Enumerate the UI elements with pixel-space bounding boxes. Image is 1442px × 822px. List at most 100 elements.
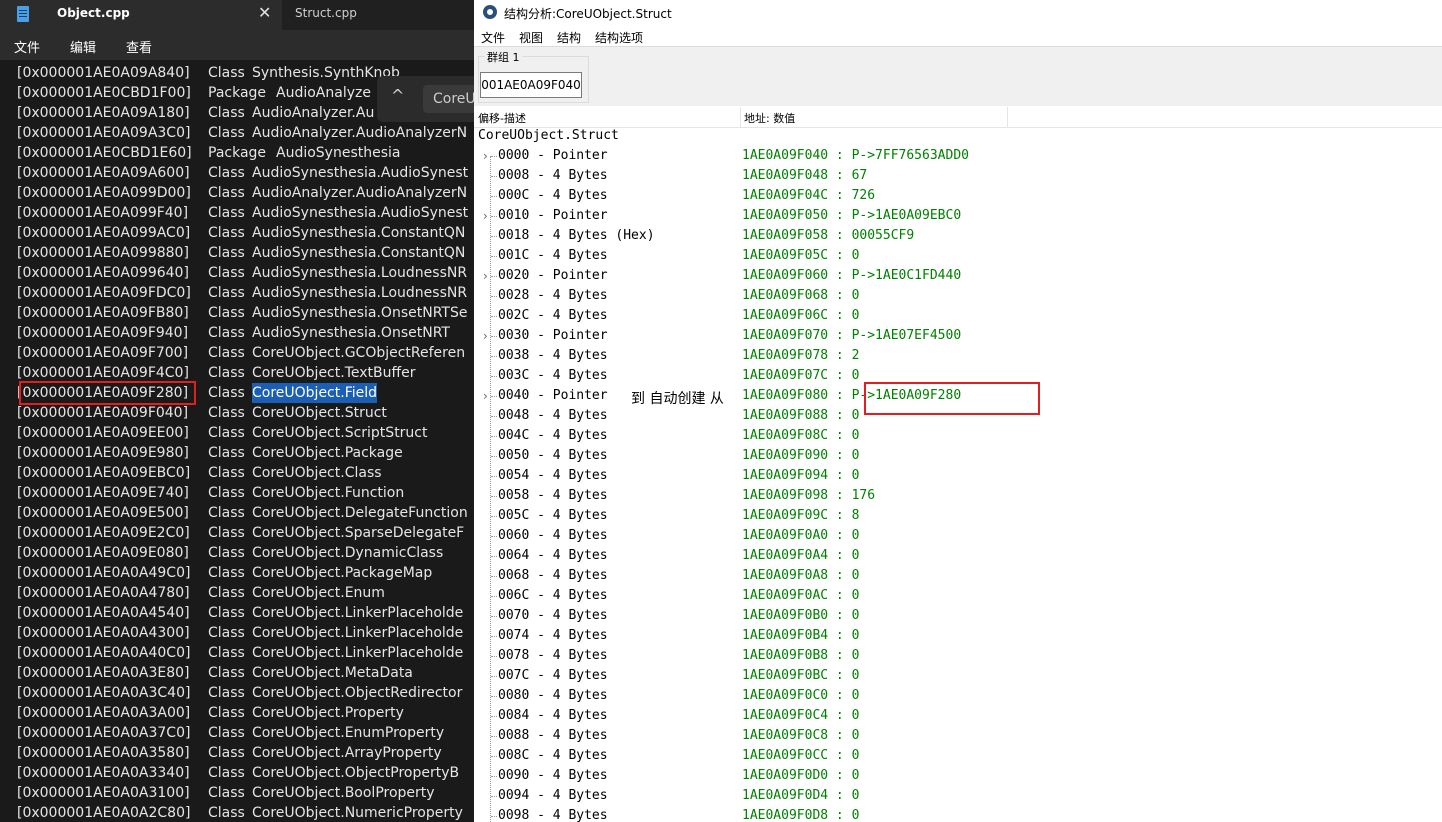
column-divider[interactable] xyxy=(1007,107,1008,127)
text-line[interactable]: [0x000001AE0A09A600] Class AudioSynesthesi… xyxy=(0,163,476,183)
text-line[interactable]: [0x000001AE0A09FDC0] Class AudioSynesthesi… xyxy=(0,283,476,303)
row-address-value: 1AE0A09F0C8 : 0 xyxy=(742,728,860,743)
expand-icon[interactable]: › xyxy=(483,266,488,286)
row-offset-description: 0030 - Pointer xyxy=(498,328,608,343)
line-name: CoreUObject.Package xyxy=(252,445,403,461)
structure-row[interactable]: 0038 - 4 Bytes 1AE0A09F078 : 2 xyxy=(474,346,1442,366)
text-line[interactable]: [0x000001AE0A0A4300] Class CoreUObject.Lin… xyxy=(0,623,476,643)
address-input[interactable]: 001AE0A09F040 xyxy=(480,72,582,98)
structure-row[interactable]: 0064 - 4 Bytes 1AE0A09F0A4 : 0 xyxy=(474,546,1442,566)
text-line[interactable]: [0x000001AE0A09E740] Class CoreUObject.Fun… xyxy=(0,483,476,503)
expand-icon[interactable]: › xyxy=(483,386,488,406)
structure-row[interactable]: 0018 - 4 Bytes (Hex) 1AE0A09F058 : 00055C… xyxy=(474,226,1442,246)
text-line[interactable]: [0x000001AE0A0A3C40] Class CoreUObject.Obj… xyxy=(0,683,476,703)
text-line[interactable]: [0x000001AE0A0A2C80] Class CoreUObject.Num… xyxy=(0,803,476,822)
text-line[interactable]: [0x000001AE0A09F040] Class CoreUObject.Str… xyxy=(0,403,476,423)
text-line[interactable]: [0x000001AE0A0A3A00] Class CoreUObject.Pro… xyxy=(0,703,476,723)
text-line[interactable]: [0x000001AE0CBD1E60] Package AudioSynesthe… xyxy=(0,143,476,163)
structure-row[interactable]: 0050 - 4 Bytes 1AE0A09F090 : 0 xyxy=(474,446,1442,466)
structure-row[interactable]: 0078 - 4 Bytes 1AE0A09F0B8 : 0 xyxy=(474,646,1442,666)
structure-row[interactable]: 006C - 4 Bytes 1AE0A09F0AC : 0 xyxy=(474,586,1442,606)
structure-row[interactable]: 0070 - 4 Bytes 1AE0A09F0B0 : 0 xyxy=(474,606,1442,626)
structure-row[interactable]: 0068 - 4 Bytes 1AE0A09F0A8 : 0 xyxy=(474,566,1442,586)
text-line[interactable]: [0x000001AE0A0A37C0] Class CoreUObject.Enu… xyxy=(0,723,476,743)
structure-row[interactable]: 005C - 4 Bytes 1AE0A09F09C : 8 xyxy=(474,506,1442,526)
structure-row[interactable]: 0074 - 4 Bytes 1AE0A09F0B4 : 0 xyxy=(474,626,1442,646)
text-line[interactable]: [0x000001AE0A09EBC0] Class CoreUObject.Cla… xyxy=(0,463,476,483)
text-line[interactable]: [0x000001AE0A0A3100] Class CoreUObject.Boo… xyxy=(0,783,476,803)
structure-row[interactable]: 0084 - 4 Bytes 1AE0A09F0C4 : 0 xyxy=(474,706,1442,726)
close-icon[interactable]: ✕ xyxy=(258,3,271,23)
text-line[interactable]: [0x000001AE0A0A3340] Class CoreUObject.Obj… xyxy=(0,763,476,783)
text-line[interactable]: [0x000001AE0A0A3580] Class CoreUObject.Arr… xyxy=(0,743,476,763)
menu-file[interactable]: 文件 xyxy=(481,29,505,46)
text-line[interactable]: [0x000001AE0A099880] Class AudioSynesthesi… xyxy=(0,243,476,263)
structure-row[interactable]: 0028 - 4 Bytes 1AE0A09F068 : 0 xyxy=(474,286,1442,306)
menu-structure-options[interactable]: 结构选项 xyxy=(595,29,643,46)
structure-row[interactable]: 0054 - 4 Bytes 1AE0A09F094 : 0 xyxy=(474,466,1442,486)
row-address-value: 1AE0A09F04C : 726 xyxy=(742,188,876,203)
text-line[interactable]: [0x000001AE0A09EE00] Class CoreUObject.Scr… xyxy=(0,423,476,443)
tab-struct-cpp[interactable]: Struct.cpp xyxy=(295,6,357,20)
text-line[interactable]: [0x000001AE0A0A4540] Class CoreUObject.Lin… xyxy=(0,603,476,623)
structure-row[interactable]: › 0020 - Pointer 1AE0A09F060 : P->1AE0C1FD… xyxy=(474,266,1442,286)
structure-root[interactable]: CoreUObject.Struct xyxy=(478,128,619,143)
structure-row[interactable]: 0098 - 4 Bytes 1AE0A09F0D8 : 0 xyxy=(474,806,1442,822)
column-address-value[interactable]: 地址: 数值 xyxy=(744,110,795,126)
text-line[interactable]: [0x000001AE0A09E2C0] Class CoreUObject.Spa… xyxy=(0,523,476,543)
text-line[interactable]: [0x000001AE0A099F40] Class AudioSynesthesi… xyxy=(0,203,476,223)
menu-structure[interactable]: 结构 xyxy=(557,29,581,46)
line-name: CoreUObject.GCObjectReferen xyxy=(252,345,466,361)
chevron-up-icon[interactable]: ^ xyxy=(391,86,404,105)
text-line[interactable]: [0x000001AE0A0A4780] Class CoreUObject.Enu… xyxy=(0,583,476,603)
find-input[interactable]: CoreU xyxy=(423,85,476,113)
text-line[interactable]: [0x000001AE0A09A3C0] Class AudioAnalyzer.A… xyxy=(0,123,476,143)
structure-row[interactable]: 0008 - 4 Bytes 1AE0A09F048 : 67 xyxy=(474,166,1442,186)
text-line[interactable]: [0x000001AE0A09F700] Class CoreUObject.GCO… xyxy=(0,343,476,363)
menu-view[interactable]: 查看 xyxy=(126,37,152,56)
row-address-value: 1AE0A09F09C : 8 xyxy=(742,508,860,523)
structure-row[interactable]: › 0030 - Pointer 1AE0A09F070 : P->1AE07EF4… xyxy=(474,326,1442,346)
text-line[interactable]: [0x000001AE0A09E080] Class CoreUObject.Dyn… xyxy=(0,543,476,563)
text-line[interactable]: [0x000001AE0A0A49C0] Class CoreUObject.Pac… xyxy=(0,563,476,583)
structure-row[interactable]: 0058 - 4 Bytes 1AE0A09F098 : 176 xyxy=(474,486,1442,506)
structure-row[interactable]: 000C - 4 Bytes 1AE0A09F04C : 726 xyxy=(474,186,1442,206)
text-line[interactable]: [0x000001AE0A099AC0] Class AudioSynesthesi… xyxy=(0,223,476,243)
structure-row[interactable]: 0080 - 4 Bytes 1AE0A09F0C0 : 0 xyxy=(474,686,1442,706)
expand-icon[interactable]: › xyxy=(483,326,488,346)
column-divider[interactable] xyxy=(740,107,741,127)
text-line[interactable]: [0x000001AE0A09E500] Class CoreUObject.Del… xyxy=(0,503,476,523)
text-line[interactable]: [0x000001AE0A099640] Class AudioSynesthesi… xyxy=(0,263,476,283)
structure-row[interactable]: 0088 - 4 Bytes 1AE0A09F0C8 : 0 xyxy=(474,726,1442,746)
structure-row[interactable]: › 0000 - Pointer 1AE0A09F040 : P->7FF76563… xyxy=(474,146,1442,166)
menu-edit[interactable]: 编辑 xyxy=(70,37,96,56)
text-line[interactable]: [0x000001AE0A09E980] Class CoreUObject.Pac… xyxy=(0,443,476,463)
text-editor[interactable]: [0x000001AE0A09A840] Class Synthesis.Synth… xyxy=(0,60,476,822)
text-line[interactable]: [0x000001AE0A09FB80] Class AudioSynesthesi… xyxy=(0,303,476,323)
structure-row[interactable]: 0060 - 4 Bytes 1AE0A09F0A0 : 0 xyxy=(474,526,1442,546)
structure-row[interactable]: 0094 - 4 Bytes 1AE0A09F0D4 : 0 xyxy=(474,786,1442,806)
line-name: AudioSynesthesia.AudioSynest xyxy=(252,205,469,221)
structure-row[interactable]: › 0010 - Pointer 1AE0A09F050 : P->1AE0A09E… xyxy=(474,206,1442,226)
structure-row[interactable]: 002C - 4 Bytes 1AE0A09F06C : 0 xyxy=(474,306,1442,326)
structure-row[interactable]: 007C - 4 Bytes 1AE0A09F0BC : 0 xyxy=(474,666,1442,686)
line-kind: Class xyxy=(208,605,245,621)
text-line[interactable]: [0x000001AE0A09F4C0] Class CoreUObject.Tex… xyxy=(0,363,476,383)
tree-connector xyxy=(491,536,497,537)
text-line[interactable]: [0x000001AE0A099D00] Class AudioAnalyzer.A… xyxy=(0,183,476,203)
text-line[interactable]: [0x000001AE0A0A40C0] Class CoreUObject.Lin… xyxy=(0,643,476,663)
menu-view[interactable]: 视图 xyxy=(519,29,543,46)
structure-row[interactable]: 008C - 4 Bytes 1AE0A09F0CC : 0 xyxy=(474,746,1442,766)
column-offset-description[interactable]: 偏移-描述 xyxy=(478,110,526,126)
structure-window: 结构分析:CoreUObject.Struct 文件 视图 结构 结构选项 群组… xyxy=(474,0,1442,822)
structure-row[interactable]: 0090 - 4 Bytes 1AE0A09F0D0 : 0 xyxy=(474,766,1442,786)
tree-connector xyxy=(491,436,497,437)
text-line[interactable]: [0x000001AE0A0A3E80] Class CoreUObject.Met… xyxy=(0,663,476,683)
text-line[interactable]: [0x000001AE0A09F940] Class AudioSynesthesi… xyxy=(0,323,476,343)
structure-row[interactable]: 001C - 4 Bytes 1AE0A09F05C : 0 xyxy=(474,246,1442,266)
tab-object-cpp[interactable]: Object.cpp ✕ xyxy=(0,0,282,30)
expand-icon[interactable]: › xyxy=(483,146,488,166)
structure-row[interactable]: 004C - 4 Bytes 1AE0A09F08C : 0 xyxy=(474,426,1442,446)
menu-file[interactable]: 文件 xyxy=(14,37,40,56)
expand-icon[interactable]: › xyxy=(483,206,488,226)
